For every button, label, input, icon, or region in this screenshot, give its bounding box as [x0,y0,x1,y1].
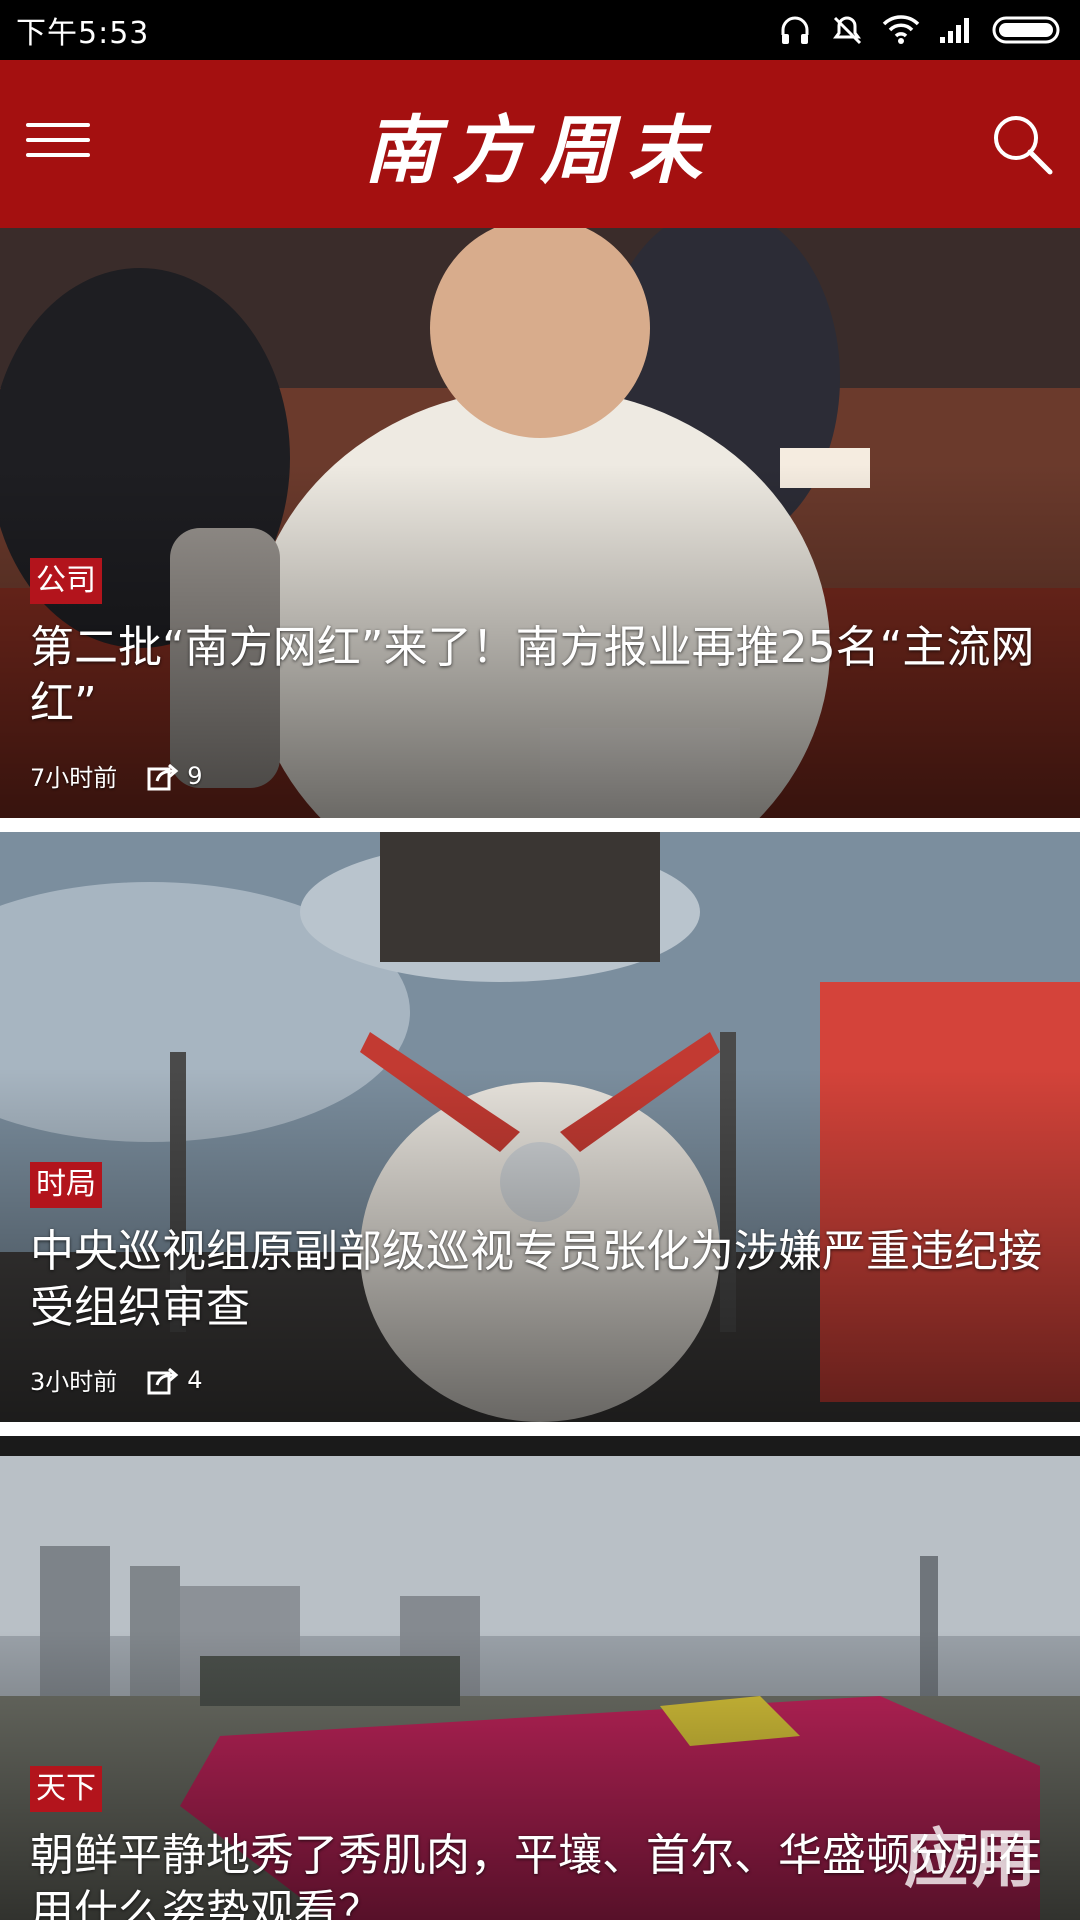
article-card[interactable]: 时局 中央巡视组原副部级巡视专员张化为涉嫌严重违纪接受组织审查 3小时前 4 [0,832,1080,1422]
mute-icon [833,16,862,45]
app-watermark: 应用 [904,1823,1040,1897]
menu-button[interactable] [26,112,90,176]
share-count-value: 4 [187,1365,203,1394]
battery-icon [992,16,1060,44]
share-count[interactable]: 4 [147,1365,203,1395]
article-card[interactable]: 天下 朝鲜平静地秀了秀肌肉，平壤、首尔、华盛顿分别在用什么姿势观看？ 应用 [0,1436,1080,1920]
article-time: 3小时前 [30,1368,118,1396]
article-headline[interactable]: 朝鲜平静地秀了秀肌肉，平壤、首尔、华盛顿分别在用什么姿势观看？ [30,1828,1050,1920]
share-icon [147,763,179,790]
app-bar: 南方周末 [0,60,1080,228]
share-icon [147,1367,179,1394]
article-meta: 7小时前 9 [30,758,203,793]
article-card[interactable]: 公司 第二批“南方网红”来了！南方报业再推25名“主流网红” 7小时前 9 [0,228,1080,818]
headphones-icon [781,16,809,44]
signal-icon [940,18,969,43]
category-tag[interactable]: 天下 [30,1766,102,1812]
status-icons [778,13,1064,47]
share-count[interactable]: 9 [147,761,203,791]
search-icon [994,116,1053,175]
share-count-value: 9 [187,761,203,790]
hamburger-icon-line [26,138,90,142]
article-time: 7小时前 [30,764,118,792]
article-headline[interactable]: 中央巡视组原副部级巡视专员张化为涉嫌严重违纪接受组织审查 [30,1224,1050,1336]
category-tag[interactable]: 时局 [30,1162,102,1208]
article-meta: 3小时前 4 [30,1362,203,1397]
brand-logo: 南方周末 [364,107,716,194]
hamburger-icon-line [26,153,90,157]
status-time: 下午5:53 [16,16,150,51]
article-headline[interactable]: 第二批“南方网红”来了！南方报业再推25名“主流网红” [30,620,1050,732]
category-tag[interactable]: 公司 [30,558,102,604]
search-button[interactable] [990,112,1054,176]
hamburger-icon [26,123,90,127]
wifi-icon [882,15,920,44]
status-bar: 下午5:53 [0,0,1080,60]
